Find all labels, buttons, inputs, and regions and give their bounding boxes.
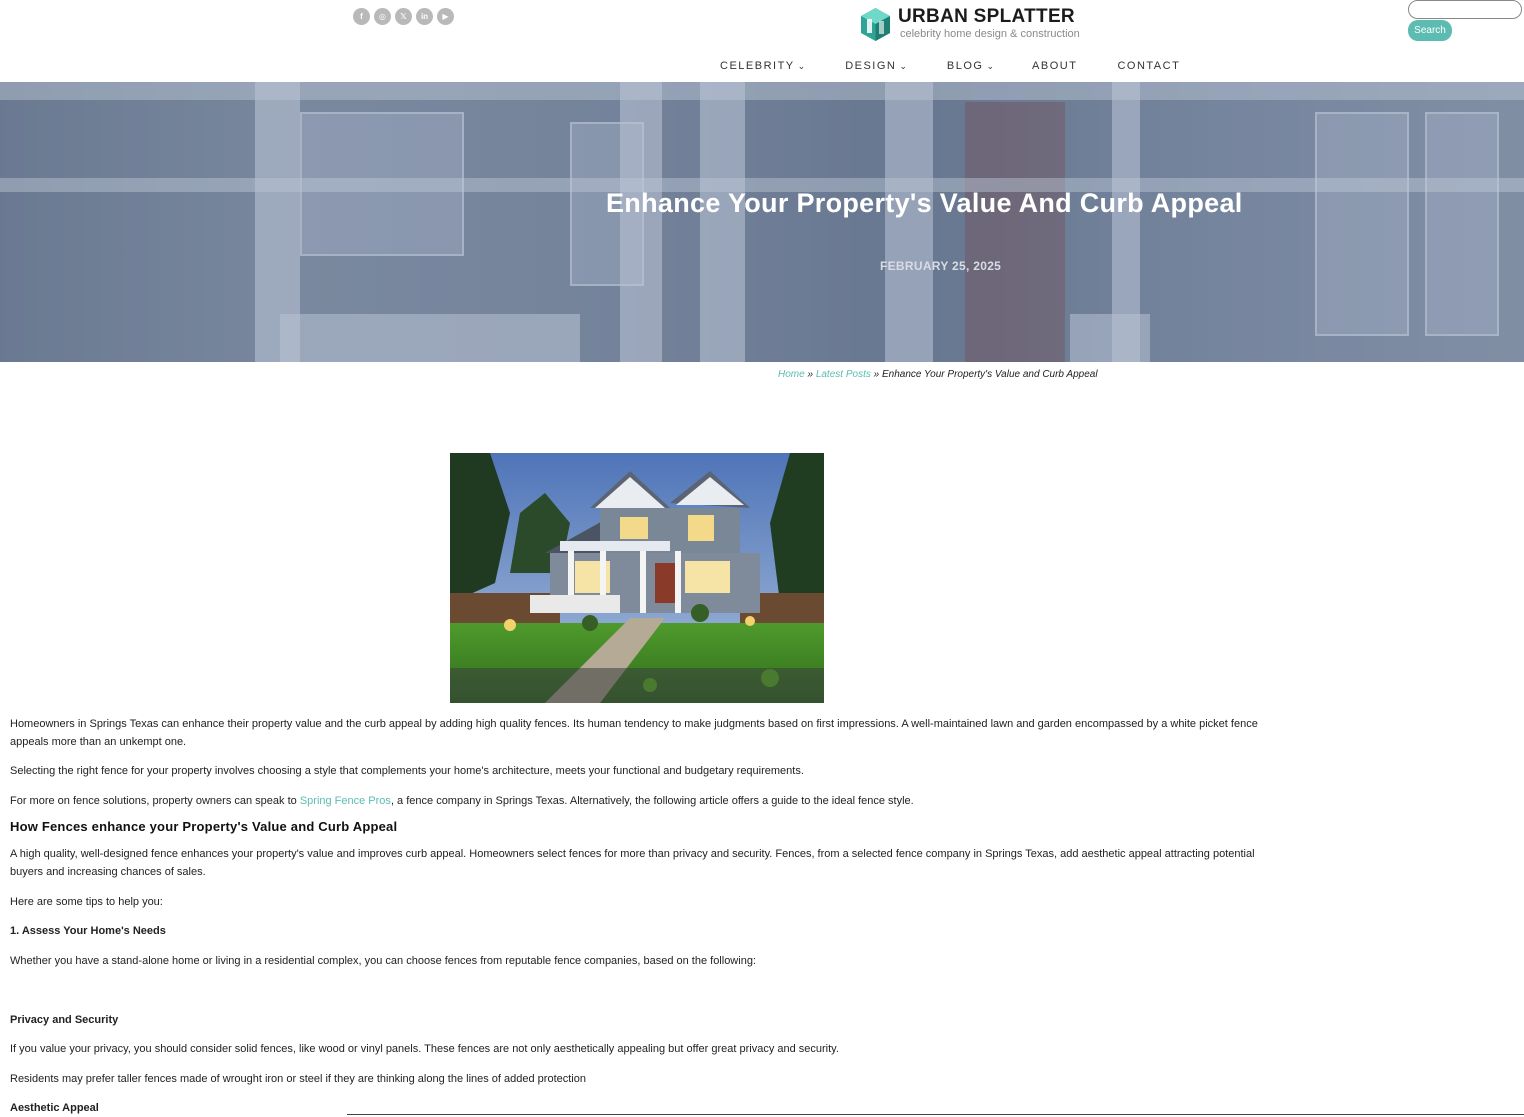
breadcrumb-separator: » [870, 369, 882, 380]
social-links: f ◎ 𝕏 in ▶ [353, 8, 454, 25]
chevron-down-icon: ⌄ [986, 60, 995, 71]
article-paragraph: Homeowners in Springs Texas can enhance … [10, 718, 1258, 748]
subheading: Privacy and Security [10, 1014, 119, 1026]
nav-label: DESIGN [845, 60, 897, 72]
breadcrumb: Home » Latest Posts » Enhance Your Prope… [778, 369, 1098, 380]
nav-item-design[interactable]: DESIGN ⌄ [845, 60, 907, 72]
x-icon[interactable]: 𝕏 [395, 8, 412, 25]
article-text: For more on fence solutions, property ow… [10, 795, 300, 807]
nav-label: ABOUT [1032, 60, 1078, 72]
nav-item-blog[interactable]: BLOG ⌄ [947, 60, 994, 72]
article-paragraph: If you value your privacy, you should co… [10, 1043, 839, 1055]
divider [347, 1114, 1524, 1115]
article-paragraph: Here are some tips to help you: [10, 896, 163, 908]
article-paragraph: Whether you have a stand-alone home or l… [10, 955, 756, 967]
featured-house-image [450, 453, 824, 703]
breadcrumb-current: Enhance Your Property's Value and Curb A… [881, 369, 1098, 380]
logo-tagline: celebrity home design & construction [900, 28, 1080, 40]
logo-cube-icon [861, 7, 890, 41]
search-button[interactable]: Search [1408, 20, 1452, 41]
section-heading: How Fences enhance your Property's Value… [10, 819, 398, 834]
nav-label: BLOG [946, 60, 984, 72]
article-body: Homeowners in Springs Texas can enhance … [10, 715, 1260, 1117]
site-logo[interactable]: URBAN SPLATTER celebrity home design & c… [861, 7, 1080, 41]
hero-banner: Enhance Your Property's Value And Curb A… [0, 82, 1524, 362]
instagram-icon[interactable]: ◎ [374, 8, 391, 25]
breadcrumb-section-link[interactable]: Latest Posts [816, 369, 871, 380]
article-paragraph: Selecting the right fence for your prope… [10, 765, 804, 777]
article-text: , a fence company in Springs Texas. Alte… [390, 795, 914, 807]
hero-overlay [0, 82, 1524, 362]
nav-label: CONTACT [1117, 60, 1181, 72]
nav-item-about[interactable]: ABOUT [1032, 60, 1077, 72]
nav-item-celebrity[interactable]: CELEBRITY ⌄ [720, 60, 805, 72]
page-title: Enhance Your Property's Value And Curb A… [606, 188, 1243, 218]
search-input[interactable] [1408, 0, 1522, 19]
nav-label: CELEBRITY [720, 60, 795, 72]
nav-item-contact[interactable]: CONTACT [1117, 60, 1180, 72]
spring-fence-pros-link[interactable]: Spring Fence Pros [300, 795, 391, 807]
facebook-icon[interactable]: f [353, 8, 370, 25]
article-paragraph: For more on fence solutions, property ow… [10, 792, 1260, 810]
post-date: FEBRUARY 25, 2025 [880, 259, 1002, 273]
breadcrumb-separator: » [804, 369, 816, 380]
main-nav: CELEBRITY ⌄ DESIGN ⌄ BLOG ⌄ ABOUT CONTAC… [720, 60, 1180, 72]
youtube-icon[interactable]: ▶ [437, 8, 454, 25]
subheading: 1. Assess Your Home's Needs [10, 925, 166, 937]
breadcrumb-home-link[interactable]: Home [778, 369, 805, 380]
chevron-down-icon: ⌄ [899, 60, 907, 71]
linkedin-icon[interactable]: in [416, 8, 433, 25]
chevron-down-icon: ⌄ [797, 60, 806, 71]
article-paragraph: Residents may prefer taller fences made … [10, 1073, 586, 1085]
article-paragraph: A high quality, well-designed fence enha… [10, 848, 1255, 878]
logo-title: URBAN SPLATTER [898, 6, 1075, 27]
